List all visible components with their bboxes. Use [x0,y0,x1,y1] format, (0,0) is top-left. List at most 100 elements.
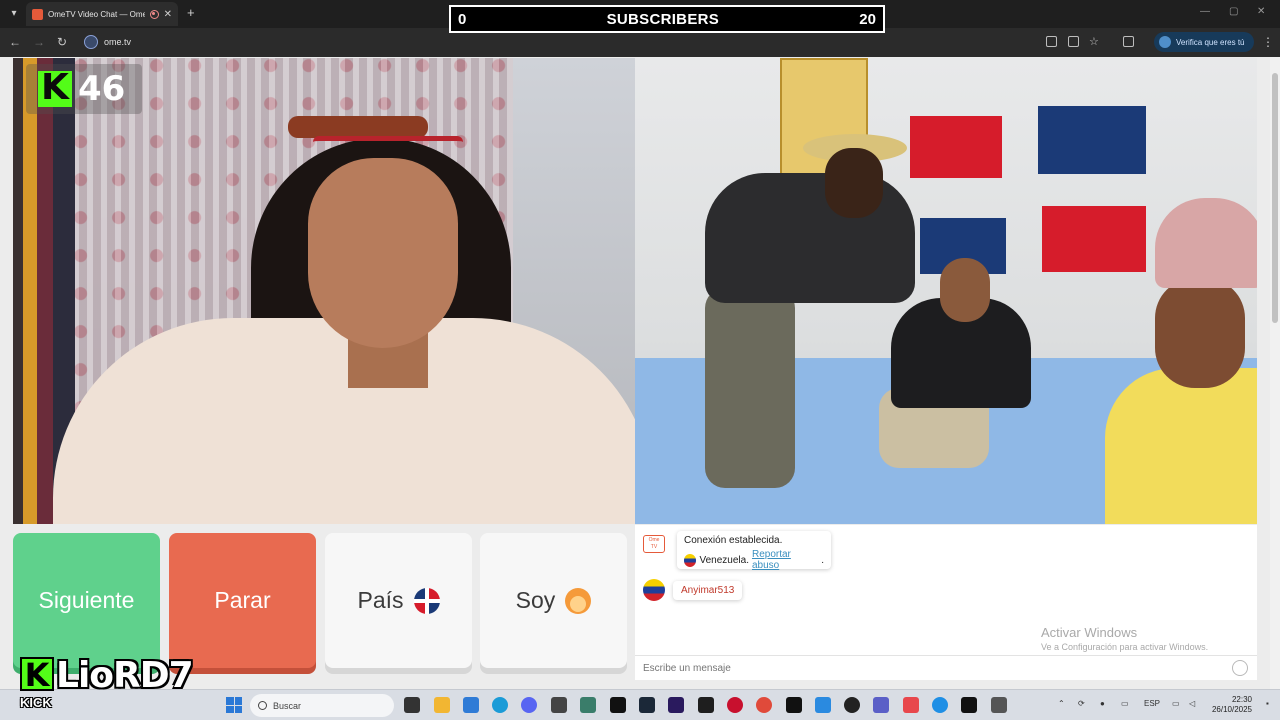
person-legs [705,288,795,488]
country-button[interactable]: País [325,533,472,668]
media-player-icon[interactable] [727,697,743,713]
remote-video [635,58,1257,524]
task-view-icon[interactable] [404,697,420,713]
local-video [13,58,635,524]
streamer-name: LioRD7 [56,655,194,696]
network-icon[interactable]: ▭ [1172,699,1180,708]
subscriber-overlay: 0 SUBSCRIBERS 20 [449,5,885,33]
headband [313,136,463,142]
new-tab-icon[interactable]: + [187,5,195,20]
epic-games-icon[interactable] [610,697,626,713]
forward-icon[interactable]: → [33,35,45,49]
chat-message-input[interactable] [635,656,1195,680]
app-icon[interactable] [580,697,596,713]
chat-input-row [635,655,1257,680]
boy-emoji-icon [565,587,592,614]
stop-button[interactable]: Parar [169,533,316,668]
scrollbar-thumb[interactable] [1272,73,1278,323]
teams-icon[interactable] [873,697,889,713]
person-face [940,258,990,322]
windows-start-icon[interactable] [226,697,242,713]
tray-app-icon[interactable]: ⟳ [1078,699,1085,708]
page-scrollbar[interactable] [1270,57,1280,689]
bookmark-star-icon[interactable]: ☆ [1089,35,1099,48]
input-language[interactable]: ESP [1144,699,1160,708]
chat-message-row: Anyimar513 [643,579,743,601]
discord-icon[interactable] [521,697,537,713]
partner-country: Venezuela. [699,554,749,566]
kick-viewer-badge: 46 [26,64,142,114]
gender-label: Soy [515,587,556,613]
reindeer-antlers [288,116,428,138]
app-icon[interactable] [844,697,860,713]
emoji-picker-icon[interactable] [1232,660,1248,676]
file-explorer-icon[interactable] [434,697,450,713]
chat-panel: Ome TV Conexión establecida. Venezuela. R… [635,525,1257,680]
stop-label: Parar [214,587,271,613]
streamer-watermark: LioRD7 KICK [18,655,194,711]
venezuela-flag-icon [643,579,665,601]
activate-title: Activar Windows [1041,625,1138,640]
keyboard-icon[interactable]: ▭ [1121,699,1129,708]
next-button[interactable]: Siguiente [13,533,160,668]
app-icon[interactable] [932,697,948,713]
tray-chevron-icon[interactable]: ⌃ [1058,699,1065,708]
chrome-icon[interactable] [756,697,772,713]
screen: ▾ OmeTV Video Chat — Ome ✕ + — ▢ ✕ 0 SUB… [0,0,1280,720]
verify-button[interactable]: Verifica que eres tú [1154,32,1254,52]
activate-subtitle: Ve a Configuración para activar Windows. [1041,642,1209,652]
extensions-icon[interactable] [1123,36,1134,47]
taskbar-search[interactable]: Buscar [250,694,394,717]
microphone-icon[interactable]: ● [1100,699,1105,708]
cast-icon[interactable] [1046,36,1057,47]
ometv-favicon-icon [32,8,43,20]
subscriber-right-count: 20 [859,10,876,28]
app-icon[interactable] [991,697,1007,713]
dominican-flag [910,106,1150,274]
back-icon[interactable]: ← [9,35,21,49]
recording-icon [149,9,159,19]
person-yellow-shirt [1105,368,1257,524]
app-icon[interactable] [961,697,977,713]
dominican-flag-icon [413,587,440,614]
profile-avatar-icon [1159,36,1171,48]
person-shirt [53,318,635,524]
anydesk-icon[interactable] [903,697,919,713]
browser-tab[interactable]: OmeTV Video Chat — Ome ✕ [26,2,178,26]
url-text: ome.tv [104,37,132,47]
report-abuse-link[interactable]: Reportar abuso [752,549,818,571]
chat-username: Anyimar513 [673,580,743,600]
browser-menu-icon[interactable]: ⋮ [1262,35,1274,49]
tab-search-icon[interactable]: ▾ [6,6,22,22]
gender-button[interactable]: Soy [480,533,627,668]
system-message-text: Conexión establecida. [684,535,783,546]
reload-icon[interactable]: ↻ [57,35,67,49]
obs-icon[interactable] [551,697,567,713]
kick-viewer-count: 46 [78,69,126,109]
system-message: Conexión establecida. Venezuela. Reporta… [677,531,831,571]
tab-close-icon[interactable]: ✕ [164,9,172,20]
capcut-icon[interactable] [698,697,714,713]
person-standing [705,173,915,303]
taskbar-clock[interactable]: 22:30 26/10/2025 [1206,695,1252,715]
clock-time: 22:30 [1231,695,1252,704]
knit-hat [1155,198,1257,288]
person-face [308,158,458,348]
subscriber-left-count: 0 [458,10,467,28]
app-icon[interactable] [815,697,831,713]
minimize-icon[interactable]: — [1200,6,1210,17]
edge-icon[interactable] [492,697,508,713]
verify-label: Verifica que eres tú [1176,37,1245,47]
store-icon[interactable] [463,697,479,713]
maximize-icon[interactable]: ▢ [1229,6,1238,17]
site-info-icon[interactable] [84,35,98,49]
close-window-icon[interactable]: ✕ [1257,6,1265,17]
url-field[interactable]: ome.tv [80,32,1040,52]
premiere-icon[interactable] [668,697,684,713]
volume-icon[interactable]: ◁ [1189,699,1195,708]
tiktok-icon[interactable] [786,697,802,713]
steam-icon[interactable] [639,697,655,713]
notifications-icon[interactable]: ▪ [1266,699,1269,708]
kick-logo-icon [38,67,72,108]
translate-icon[interactable] [1068,36,1079,47]
